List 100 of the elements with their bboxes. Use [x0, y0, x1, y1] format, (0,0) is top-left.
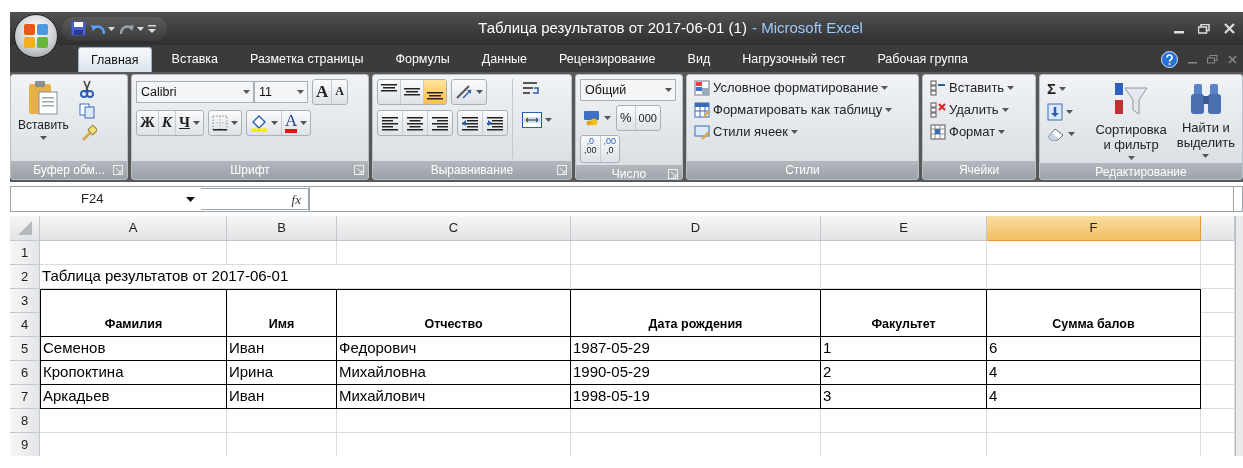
column-header[interactable]: F: [987, 216, 1201, 241]
column-heading-cell: Имя: [227, 289, 337, 337]
angled-text-icon: [455, 84, 473, 100]
column-header[interactable]: A: [40, 216, 227, 241]
conditional-formatting-button[interactable]: Условное форматирование: [691, 79, 914, 97]
column-heading-cell: Сумма балов: [987, 289, 1201, 337]
help-icon[interactable]: [1161, 51, 1178, 68]
caret-icon: [243, 90, 250, 94]
caret-icon: [137, 26, 144, 31]
find-select-button[interactable]: Найти и выделить: [1173, 79, 1238, 161]
table-format-icon: [694, 102, 710, 118]
row-header[interactable]: 9: [10, 433, 40, 456]
align-lines-icon: [427, 92, 443, 100]
caret-icon: [1007, 86, 1015, 90]
table-cell: 1998-05-19: [571, 385, 821, 409]
ribbon-tab[interactable]: Формулы: [383, 47, 462, 72]
title-cell: Таблица результатов от 2017-06-01: [40, 265, 571, 289]
ribbon-tab[interactable]: Разметка страницы: [238, 47, 376, 72]
align-lines-icon: [404, 88, 420, 96]
row-header[interactable]: 5: [10, 337, 40, 361]
row-header[interactable]: 7: [10, 385, 40, 409]
caret-icon: [885, 108, 893, 112]
format-as-table-button[interactable]: Форматировать как таблицу: [691, 101, 914, 119]
row-header[interactable]: 2: [10, 265, 40, 289]
table-cell: Иван: [227, 337, 337, 361]
paste-button[interactable]: Вставить: [15, 79, 72, 159]
align-lines-icon: [431, 115, 449, 131]
table-cell: Михайлович: [337, 385, 571, 409]
caret-icon: [1066, 110, 1073, 115]
bold-button[interactable]: Ж: [137, 111, 159, 135]
group-label: Стили: [785, 162, 820, 179]
percent-button[interactable]: %: [617, 106, 636, 130]
customize-toolbar-button[interactable]: [147, 24, 157, 33]
caret-icon: [148, 24, 156, 33]
caret-icon: [545, 118, 552, 122]
align-lines-icon: [381, 84, 397, 92]
office-logo-icon: [23, 23, 49, 49]
row-header[interactable]: 6: [10, 361, 40, 385]
column-header[interactable]: C: [337, 216, 571, 241]
format-cells-button[interactable]: Формат: [927, 123, 1031, 141]
shrink-font-button[interactable]: A: [332, 80, 347, 104]
caret-icon: [1068, 132, 1075, 137]
increase-decimal-button[interactable]: ,0 ,00: [581, 136, 601, 162]
ribbon-tab[interactable]: Главная: [78, 47, 152, 72]
font-size-field[interactable]: 11: [254, 81, 308, 103]
copy-pages-icon: [78, 103, 95, 119]
table-cell: 3: [821, 385, 987, 409]
row-header[interactable]: 4: [10, 313, 40, 337]
ribbon-tab[interactable]: Вставка: [159, 47, 231, 72]
row-header[interactable]: 3: [10, 289, 40, 313]
delete-cells-button[interactable]: Удалить: [927, 101, 1031, 119]
borders-icon: [212, 115, 229, 131]
caret-icon: [297, 90, 304, 94]
eraser-icon: [1047, 127, 1065, 142]
ribbon-tab[interactable]: Рецензирование: [547, 47, 668, 72]
column-header[interactable]: D: [571, 216, 821, 241]
vertical-scrollbar[interactable]: [1235, 216, 1243, 456]
align-lines-icon: [406, 115, 424, 131]
caret-icon: [476, 90, 483, 94]
insert-function-button[interactable]: fx: [290, 192, 302, 206]
insert-cells-icon: [930, 80, 946, 96]
italic-button[interactable]: К: [158, 111, 177, 135]
table-cell: Кропоктина: [40, 361, 227, 385]
underline-button[interactable]: Ч: [176, 111, 204, 135]
app-name: - Microsoft Excel: [751, 19, 863, 37]
ribbon-tab[interactable]: Нагрузочный тест: [730, 47, 858, 72]
grow-font-button[interactable]: A: [313, 80, 333, 104]
clipboard-icon: [27, 80, 60, 116]
table-cell: 6: [987, 337, 1201, 361]
align-bottom-button[interactable]: [424, 80, 446, 104]
thousands-separator-button[interactable]: 000: [635, 106, 660, 130]
row-header[interactable]: 8: [10, 409, 40, 433]
save-button[interactable]: [70, 21, 87, 36]
merge-cells-icon: [522, 112, 542, 128]
caret-icon: [108, 26, 115, 31]
restore-icon[interactable]: [1198, 23, 1210, 34]
table-cell: 4: [987, 361, 1201, 385]
caret-icon: [1127, 155, 1135, 160]
column-header[interactable]: E: [821, 216, 987, 241]
caret-icon: [604, 116, 611, 120]
ribbon-tab[interactable]: Данные: [469, 47, 540, 72]
paint-bucket-icon: [250, 114, 269, 132]
ribbon-tab[interactable]: Рабочая группа: [865, 47, 980, 72]
window-title: Таблица результатов от 2017-06-01 (1): [478, 19, 747, 37]
insert-cells-button[interactable]: Вставить: [927, 79, 1031, 97]
number-format-field[interactable]: Общий: [580, 79, 676, 101]
caret-icon: [791, 130, 799, 134]
decrease-decimal-button[interactable]: ,00 ,0: [600, 136, 620, 162]
ribbon-tab[interactable]: Вид: [675, 47, 723, 72]
cell-styles-button[interactable]: Стили ячеек: [691, 123, 914, 141]
row-header[interactable]: 1: [10, 241, 40, 265]
font-name-field[interactable]: Calibri: [136, 81, 254, 103]
caret-icon: [1202, 153, 1210, 158]
align-top-button[interactable]: [378, 80, 401, 104]
delete-cells-icon: [930, 102, 946, 118]
column-heading-cell: Дата рождения: [571, 289, 821, 337]
table-cell: 1987-05-29: [571, 337, 821, 361]
autosum-button[interactable]: Σ: [1044, 79, 1089, 99]
column-header[interactable]: B: [227, 216, 337, 241]
sort-filter-button[interactable]: Сортировка и фильтр: [1092, 79, 1170, 161]
